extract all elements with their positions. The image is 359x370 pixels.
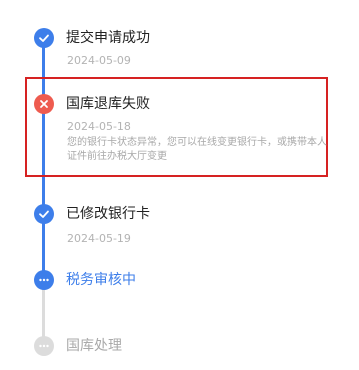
step-1-title: 提交申请成功	[66, 30, 150, 46]
step-4-status-node	[34, 270, 54, 290]
step-3-status-node	[34, 204, 54, 224]
step-5-status-node	[34, 336, 54, 356]
step-1-status-node	[34, 28, 54, 48]
step-2-description: 您的银行卡状态异常，您可以在线变更银行卡，或携带本人证件前往办税大厅变更	[67, 137, 327, 162]
step-2-date: 2024-05-18	[67, 120, 131, 133]
close-icon	[40, 100, 48, 108]
step-2-title: 国库退库失败	[66, 96, 150, 112]
ellipsis-icon	[39, 344, 49, 348]
step-4-title: 税务审核中	[66, 272, 136, 288]
step-2-status-node	[34, 94, 54, 114]
step-5-title: 国库处理	[66, 338, 122, 354]
step-3-date: 2024-05-19	[67, 232, 131, 245]
check-icon	[39, 34, 49, 42]
ellipsis-icon	[39, 278, 49, 282]
step-3-title: 已修改银行卡	[66, 206, 150, 222]
check-icon	[39, 210, 49, 218]
step-1-date: 2024-05-09	[67, 54, 131, 67]
